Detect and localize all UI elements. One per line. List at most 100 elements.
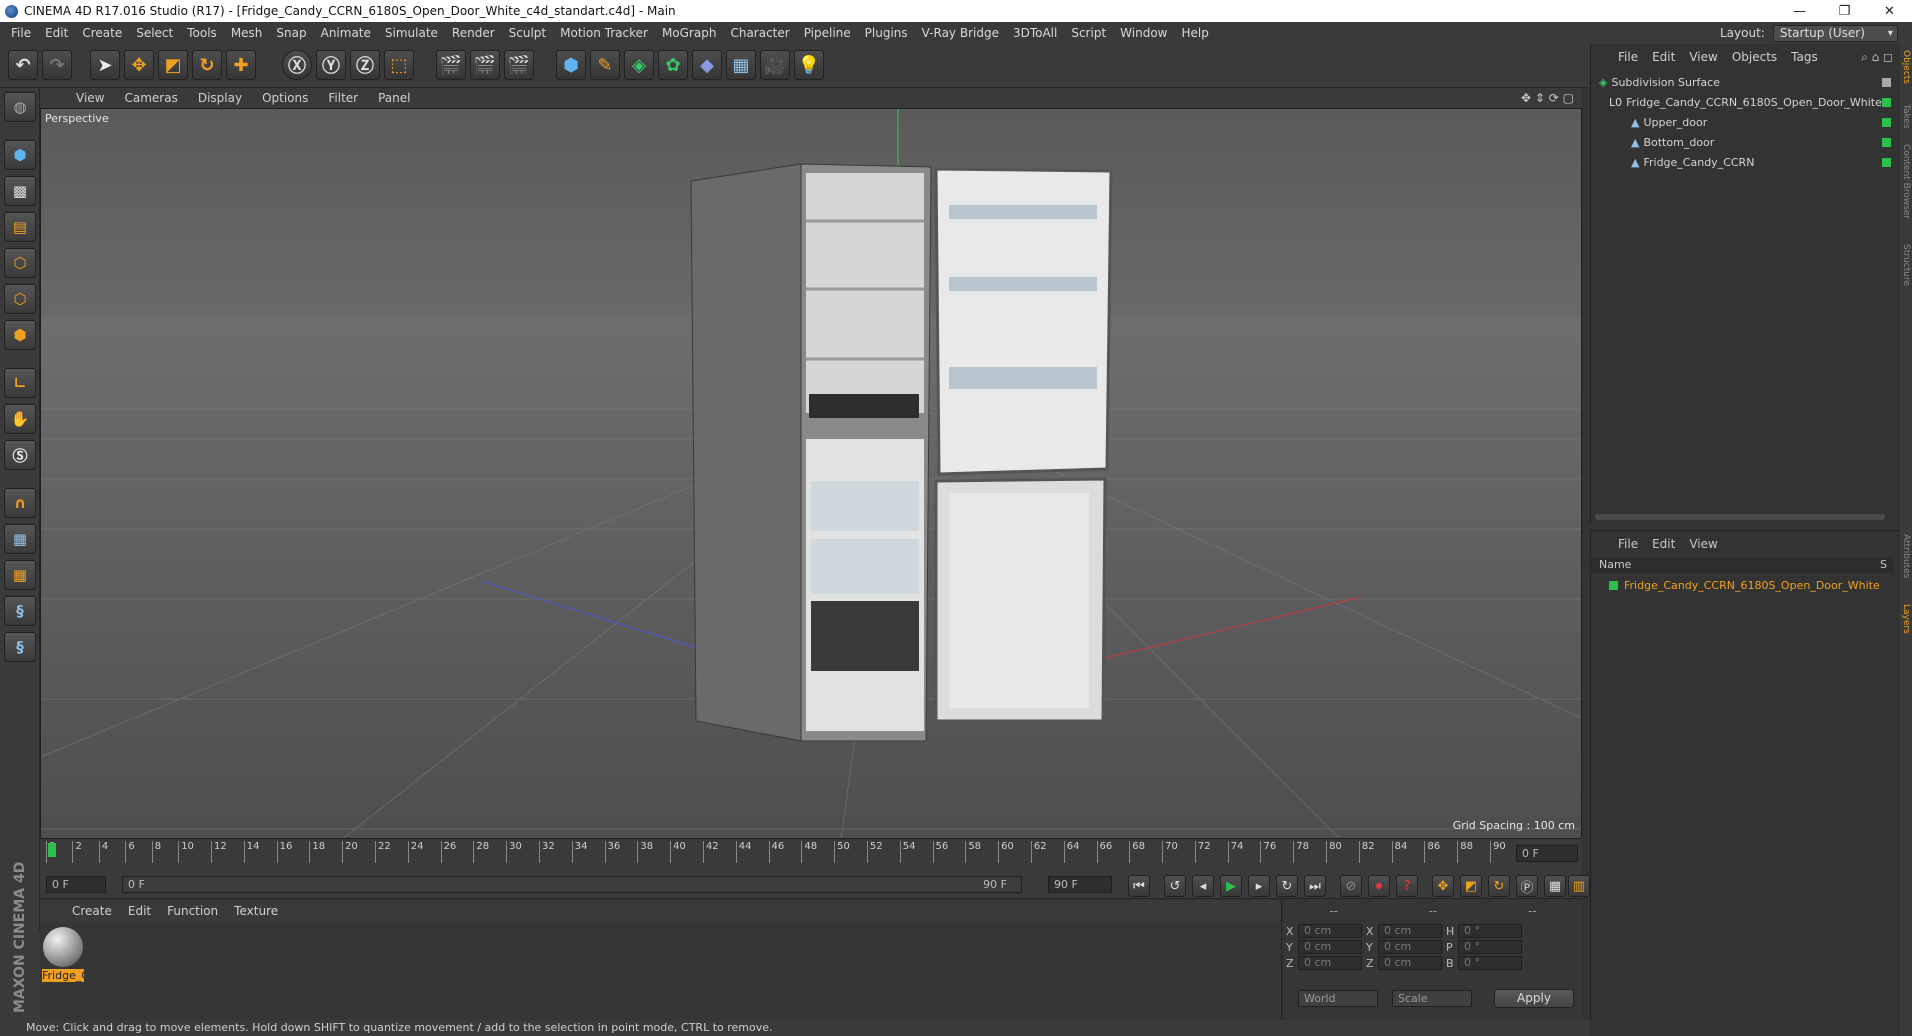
camera-button[interactable]: 🎥 [760, 50, 790, 80]
start-frame-field[interactable]: 0 F [46, 876, 106, 893]
menu-edit[interactable]: Edit [38, 26, 75, 40]
tab-structure[interactable]: Structure [1901, 244, 1911, 286]
rotate-tool-button[interactable]: ↻ [192, 50, 222, 80]
model-mode-button[interactable]: ⬢ [4, 140, 36, 170]
layer-menu-edit[interactable]: Edit [1645, 537, 1682, 551]
x-axis-lock-button[interactable]: Ⓧ [282, 50, 312, 80]
scale-tool-button[interactable]: ◩ [158, 50, 188, 80]
visibility-dot[interactable] [1882, 78, 1891, 87]
menu-file[interactable]: File [4, 26, 38, 40]
menu-mograph[interactable]: MoGraph [655, 26, 724, 40]
edges-mode-button[interactable]: ⬡ [4, 284, 36, 314]
menu-mesh[interactable]: Mesh [224, 26, 270, 40]
menu-window[interactable]: Window [1113, 26, 1174, 40]
autokey-button[interactable]: ⏺ [1368, 875, 1390, 897]
go-to-end-button[interactable]: ⏭ [1304, 875, 1326, 897]
coordinate-value-field[interactable]: 0 cm [1378, 924, 1442, 938]
viewport-menu-filter[interactable]: Filter [318, 91, 368, 105]
menu-render[interactable]: Render [445, 26, 502, 40]
render-view-button[interactable]: 🎬 [436, 50, 466, 80]
next-keyframe-button[interactable]: ↻ [1276, 875, 1298, 897]
object-horizontal-scrollbar[interactable] [1595, 514, 1885, 520]
record-parameter-button[interactable]: Ⓟ [1516, 875, 1538, 897]
layer-color-dot[interactable] [1882, 118, 1891, 127]
coordinate-value-field[interactable]: 0 cm [1298, 924, 1362, 938]
menu-help[interactable]: Help [1174, 26, 1215, 40]
viewport-menu-display[interactable]: Display [188, 91, 252, 105]
material-menu-edit[interactable]: Edit [120, 904, 159, 918]
redo-button[interactable]: ↷ [42, 50, 72, 80]
layer-menu-view[interactable]: View [1682, 537, 1724, 551]
play-button[interactable]: ▶ [1220, 875, 1242, 897]
menu-sculpt[interactable]: Sculpt [502, 26, 553, 40]
menu-snap[interactable]: Snap [269, 26, 313, 40]
menu-motion-tracker[interactable]: Motion Tracker [553, 26, 655, 40]
coordinate-value-field[interactable]: 0 ° [1458, 956, 1522, 970]
layer-menu-file[interactable]: File [1611, 537, 1645, 551]
viewport-menu-cameras[interactable]: Cameras [114, 91, 187, 105]
end-frame-field[interactable]: 90 F [1048, 876, 1112, 893]
workplane-rotate-button[interactable]: ▦ [4, 560, 36, 590]
menu-script[interactable]: Script [1064, 26, 1113, 40]
record-keys-button[interactable]: ⊘ [1340, 875, 1362, 897]
object-row[interactable]: ▲ Bottom_door [1591, 132, 1891, 152]
record-position-button[interactable]: ✥ [1432, 875, 1454, 897]
keyframe-selection-button[interactable]: ? [1396, 875, 1418, 897]
object-menu-objects[interactable]: Objects [1725, 50, 1784, 64]
light-button[interactable]: 💡 [794, 50, 824, 80]
coordinate-system-button[interactable]: ⬚ [384, 50, 414, 80]
layer-color-dot[interactable] [1882, 98, 1891, 107]
next-frame-button[interactable]: ▸ [1248, 875, 1270, 897]
object-row[interactable]: ◈ Subdivision Surface [1591, 72, 1891, 92]
menu-character[interactable]: Character [723, 26, 796, 40]
workplane-mode-button[interactable]: ▤ [4, 212, 36, 242]
viewport-menu-options[interactable]: Options [252, 91, 318, 105]
tab-takes[interactable]: Takes [1901, 104, 1911, 129]
record-pla-button[interactable]: ▦ [1544, 875, 1566, 897]
floor-scene-button[interactable]: ▦ [726, 50, 756, 80]
render-picture-viewer-button[interactable]: 🎬 [470, 50, 500, 80]
material-menu-texture[interactable]: Texture [226, 904, 286, 918]
current-frame-field[interactable]: 0 F [1516, 845, 1578, 862]
object-menu-edit[interactable]: Edit [1645, 50, 1682, 64]
apply-button[interactable]: Apply [1494, 989, 1574, 1008]
points-mode-button[interactable]: ⬡ [4, 248, 36, 278]
live-selection-button[interactable]: ➤ [90, 50, 120, 80]
solo-mode-button[interactable]: Ⓢ [4, 440, 36, 470]
subdivision-surface-button[interactable]: ◈ [624, 50, 654, 80]
y-axis-lock-button[interactable]: Ⓨ [316, 50, 346, 80]
timeline-settings-button[interactable]: ▥ [1568, 875, 1590, 897]
close-button[interactable]: ✕ [1867, 0, 1912, 22]
go-to-start-button[interactable]: ⏮ [1128, 875, 1150, 897]
material-swatch[interactable]: Fridge_C [42, 927, 84, 983]
coordinate-value-field[interactable]: 0 cm [1298, 956, 1362, 970]
coordinate-value-field[interactable]: 0 cm [1378, 956, 1442, 970]
snap-button[interactable]: ∩ [4, 488, 36, 518]
menu-create[interactable]: Create [75, 26, 129, 40]
object-row[interactable]: L0 Fridge_Candy_CCRN_6180S_Open_Door_Whi… [1591, 92, 1891, 112]
undo-button[interactable]: ↶ [8, 50, 38, 80]
layer-row[interactable]: Fridge_Candy_CCRN_6180S_Open_Door_White [1591, 575, 1885, 595]
mograph-cloner-button[interactable]: ✿ [658, 50, 688, 80]
object-menu-view[interactable]: View [1682, 50, 1724, 64]
tweak-mode-button[interactable]: ✋ [4, 404, 36, 434]
menu-3dtoall[interactable]: 3DToAll [1006, 26, 1064, 40]
transform-tool-button[interactable]: ✚ [226, 50, 256, 80]
viewport-menu-view[interactable]: View [66, 91, 114, 105]
cube-primitive-button[interactable]: ⬢ [556, 50, 586, 80]
axis-mode-button[interactable]: ∟ [4, 368, 36, 398]
material-menu-create[interactable]: Create [64, 904, 120, 918]
tab-attributes[interactable]: Attributes [1901, 534, 1911, 578]
spline-pen-button[interactable]: ✎ [590, 50, 620, 80]
deformer-button[interactable]: ◆ [692, 50, 722, 80]
menu-tools[interactable]: Tools [180, 26, 224, 40]
perspective-viewport[interactable]: Perspective Grid Spacing : 100 cm [40, 108, 1582, 839]
layer-color-dot[interactable] [1882, 138, 1891, 147]
coordinate-mode-dropdown[interactable]: World [1298, 990, 1378, 1007]
previous-keyframe-button[interactable]: ↺ [1164, 875, 1186, 897]
object-menu-file[interactable]: File [1611, 50, 1645, 64]
polygons-mode-button[interactable]: ⬢ [4, 320, 36, 350]
minimize-button[interactable]: — [1777, 0, 1822, 22]
menu-select[interactable]: Select [129, 26, 180, 40]
render-settings-button[interactable]: 🎬 [504, 50, 534, 80]
